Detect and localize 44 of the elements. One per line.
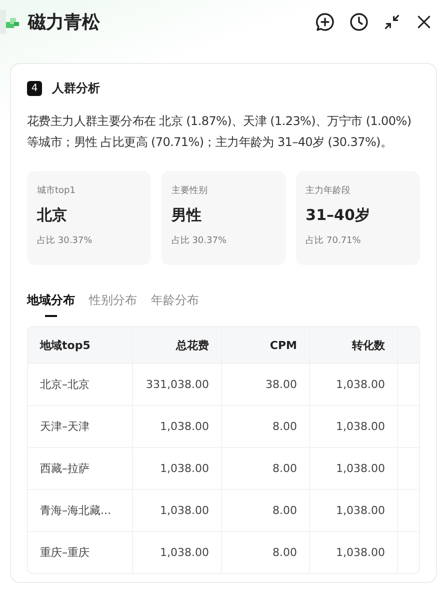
close-icon[interactable]: [415, 13, 433, 31]
table-cell: 1,038.00: [310, 532, 398, 573]
table-cell: 1,038.00: [133, 406, 222, 447]
table-cell: 西藏–拉萨: [28, 448, 133, 489]
summary-text: 花费主力人群主要分布在 北京 (1.87%)、天津 (1.23%)、万宁市 (1.00%) 等城市；男性 占比更高 (70.71%)；主力年龄为 31–40岁 (30.37%)。: [27, 113, 412, 151]
table-cell: 北京–北京: [28, 364, 133, 405]
table-cell: 1,038.00: [133, 532, 222, 573]
column-header: 地域top5: [28, 327, 133, 363]
table-cell: 1,038.00: [310, 406, 398, 447]
section-title: 人群分析: [52, 80, 100, 97]
stat-share: 占比 30.37%: [37, 234, 94, 247]
table-cell: 8.00: [222, 406, 310, 447]
tab[interactable]: 年龄分布: [151, 292, 199, 317]
table-cell: 38.00: [222, 364, 310, 405]
tab[interactable]: 性别分布: [89, 292, 137, 317]
stat-share: 占比 30.37%: [171, 234, 228, 247]
table-cell: 331,038.00: [133, 364, 222, 405]
table-cell: 重庆–重庆: [28, 532, 133, 573]
table-cell: 1,038.00: [310, 364, 398, 405]
stat-label: 主要性别: [171, 184, 208, 197]
stat-value: 北京: [37, 206, 68, 225]
table-cell: 1,038.00: [310, 448, 398, 489]
stat-value: 31–40岁: [306, 206, 371, 225]
table-cell: 8.00: [222, 490, 310, 531]
stat-value: 男性: [171, 206, 202, 225]
table-cell: 青海–海北藏...: [28, 490, 133, 531]
table-cell: 1,038.00: [133, 490, 222, 531]
column-header: CPM: [222, 327, 310, 363]
table-cell: 8.00: [222, 532, 310, 573]
table-cell: 天津–天津: [28, 406, 133, 447]
section-number: 4: [27, 81, 42, 96]
column-header: 总花费: [133, 327, 222, 363]
table-cell: 8.00: [222, 448, 310, 489]
stat-label: 主力年龄段: [306, 184, 352, 197]
stat-share: 占比 70.71%: [306, 234, 362, 247]
table-cell: 1,038.00: [133, 448, 222, 489]
collapse-icon[interactable]: [383, 13, 401, 31]
stat-label: 城市top1: [37, 184, 76, 197]
chat-add-icon[interactable]: [315, 12, 335, 32]
table-cell: 1,038.00: [310, 490, 398, 531]
column-header: 转化数: [310, 327, 398, 363]
app-title: 磁力青松: [28, 11, 100, 34]
clock-icon[interactable]: [349, 12, 369, 32]
tab[interactable]: 地域分布: [27, 292, 75, 317]
